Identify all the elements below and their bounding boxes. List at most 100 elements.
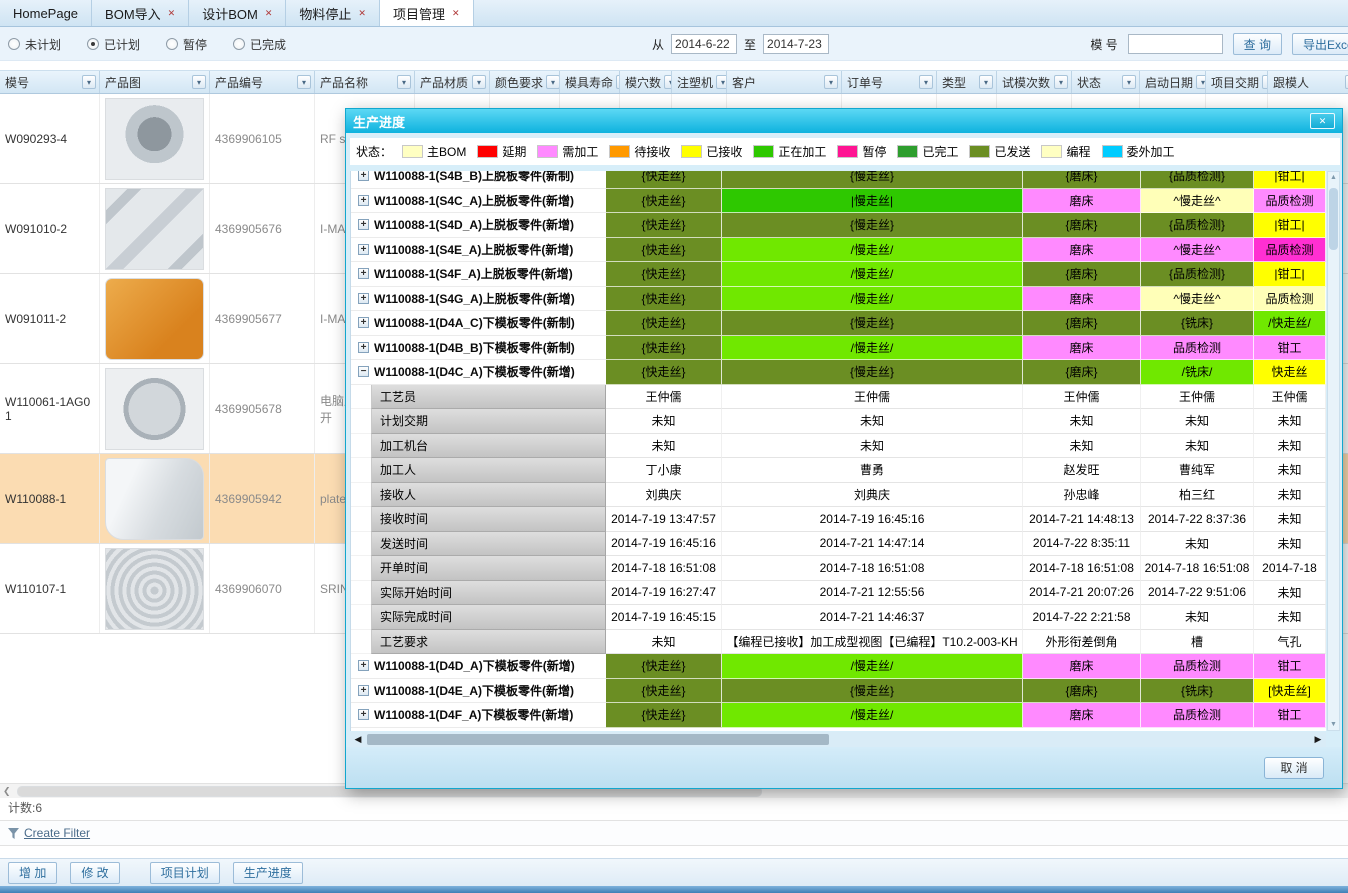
- create-filter-link[interactable]: Create Filter: [24, 826, 90, 840]
- filter-dropdown-icon[interactable]: ▾: [1196, 75, 1206, 89]
- modify-button[interactable]: 修 改: [70, 862, 119, 884]
- scroll-down-icon[interactable]: ▼: [1328, 721, 1339, 728]
- process-cell[interactable]: {慢走丝}: [722, 679, 1023, 704]
- process-cell[interactable]: {磨床}: [1023, 679, 1141, 704]
- progress-row[interactable]: +W110088-1(S4G_A)上脱板零件(新增){快走丝}/慢走丝/磨床^慢…: [351, 287, 1326, 312]
- process-cell[interactable]: [快走丝]: [1254, 679, 1326, 704]
- process-cell[interactable]: {快走丝}: [606, 171, 722, 189]
- query-button[interactable]: 查 询: [1233, 33, 1282, 55]
- tab-close-icon[interactable]: ✕: [452, 8, 460, 19]
- process-cell[interactable]: {铣床}: [1141, 679, 1254, 704]
- progress-row[interactable]: +W110088-1(S4E_A)上脱板零件(新增){快走丝}/慢走丝/磨床^慢…: [351, 238, 1326, 263]
- column-header[interactable]: 产品材质▾: [415, 71, 490, 93]
- date-from-input[interactable]: [671, 34, 737, 54]
- column-header[interactable]: 产品名称▾: [315, 71, 415, 93]
- column-header[interactable]: 注塑机▾: [672, 71, 727, 93]
- process-cell[interactable]: /快走丝/: [1254, 311, 1326, 336]
- expander-icon[interactable]: +: [358, 342, 369, 353]
- process-cell[interactable]: 品质检测: [1141, 654, 1254, 679]
- project-plan-button[interactable]: 项目计划: [150, 862, 220, 884]
- progress-row[interactable]: +W110088-1(S4F_A)上脱板零件(新增){快走丝}/慢走丝/{磨床}…: [351, 262, 1326, 287]
- process-cell[interactable]: {慢走丝}: [722, 213, 1023, 238]
- mold-no-input[interactable]: [1128, 34, 1223, 54]
- process-cell[interactable]: {磨床}: [1023, 213, 1141, 238]
- export-excel-button[interactable]: 导出Exce: [1292, 33, 1348, 55]
- process-cell[interactable]: 快走丝: [1254, 360, 1326, 385]
- progress-row[interactable]: +W110088-1(S4D_A)上脱板零件(新增){快走丝}{慢走丝}{磨床}…: [351, 213, 1326, 238]
- process-cell[interactable]: 品质检测: [1254, 189, 1326, 214]
- scrollbar-thumb[interactable]: [367, 734, 829, 745]
- process-cell[interactable]: {快走丝}: [606, 287, 722, 312]
- tab-close-icon[interactable]: ✕: [358, 8, 366, 19]
- process-cell[interactable]: {磨床}: [1023, 262, 1141, 287]
- process-cell[interactable]: 钳工: [1254, 703, 1326, 728]
- process-cell[interactable]: /铣床/: [1141, 360, 1254, 385]
- process-cell[interactable]: 磨床: [1023, 238, 1141, 263]
- scroll-right-icon[interactable]: ▶: [1312, 734, 1324, 745]
- filter-dropdown-icon[interactable]: ▾: [546, 75, 560, 89]
- process-cell[interactable]: /慢走丝/: [722, 238, 1023, 263]
- radio-paused[interactable]: 暂停: [166, 36, 207, 53]
- expander-icon[interactable]: +: [358, 709, 369, 720]
- process-cell[interactable]: {铣床}: [1141, 311, 1254, 336]
- filter-dropdown-icon[interactable]: ▾: [664, 75, 672, 89]
- column-header[interactable]: 试模次数▾: [997, 71, 1072, 93]
- process-cell[interactable]: /慢走丝/: [722, 703, 1023, 728]
- radio-unplanned[interactable]: 未计划: [8, 36, 61, 53]
- process-cell[interactable]: {快走丝}: [606, 336, 722, 361]
- process-cell[interactable]: 磨床: [1023, 287, 1141, 312]
- progress-row[interactable]: +W110088-1(D4A_C)下模板零件(新制){快走丝}{慢走丝}{磨床}…: [351, 311, 1326, 336]
- process-cell[interactable]: /慢走丝/: [722, 654, 1023, 679]
- process-cell[interactable]: {快走丝}: [606, 679, 722, 704]
- process-cell[interactable]: ^慢走丝^: [1141, 189, 1254, 214]
- column-header[interactable]: 跟模人▾: [1268, 71, 1348, 93]
- scrollbar-thumb[interactable]: [1329, 188, 1338, 250]
- process-cell[interactable]: |钳工|: [1254, 171, 1326, 189]
- progress-row[interactable]: +W110088-1(D4B_B)下模板零件(新制){快走丝}/慢走丝/磨床品质…: [351, 336, 1326, 361]
- progress-row[interactable]: +W110088-1(S4C_A)上脱板零件(新增){快走丝}|慢走丝|磨床^慢…: [351, 189, 1326, 214]
- process-cell[interactable]: 品质检测: [1141, 703, 1254, 728]
- process-cell[interactable]: ^慢走丝^: [1141, 238, 1254, 263]
- expander-icon[interactable]: +: [358, 219, 369, 230]
- process-cell[interactable]: {快走丝}: [606, 360, 722, 385]
- process-cell[interactable]: {慢走丝}: [722, 171, 1023, 189]
- filter-dropdown-icon[interactable]: ▾: [82, 75, 96, 89]
- cancel-button[interactable]: 取 消: [1264, 757, 1324, 779]
- column-header[interactable]: 项目交期▾: [1206, 71, 1268, 93]
- process-cell[interactable]: {快走丝}: [606, 703, 722, 728]
- column-header[interactable]: 产品图▾: [100, 71, 210, 93]
- process-cell[interactable]: {慢走丝}: [722, 360, 1023, 385]
- process-cell[interactable]: 品质检测: [1254, 287, 1326, 312]
- column-header[interactable]: 颜色要求▾: [490, 71, 560, 93]
- expander-icon[interactable]: +: [358, 244, 369, 255]
- expander-icon[interactable]: +: [358, 268, 369, 279]
- scroll-left-icon[interactable]: ❮: [3, 786, 11, 797]
- tab-homepage[interactable]: HomePage: [0, 0, 92, 26]
- column-header[interactable]: 启动日期▾: [1140, 71, 1206, 93]
- process-cell[interactable]: {品质检测}: [1141, 262, 1254, 287]
- column-header[interactable]: 模号▾: [0, 71, 100, 93]
- process-cell[interactable]: {慢走丝}: [722, 311, 1023, 336]
- process-cell[interactable]: /慢走丝/: [722, 262, 1023, 287]
- process-cell[interactable]: {快走丝}: [606, 238, 722, 263]
- column-header[interactable]: 类型▾: [937, 71, 997, 93]
- process-cell[interactable]: {品质检测}: [1141, 213, 1254, 238]
- process-cell[interactable]: {磨床}: [1023, 311, 1141, 336]
- filter-dropdown-icon[interactable]: ▾: [472, 75, 486, 89]
- column-header[interactable]: 状态▾: [1072, 71, 1140, 93]
- tab-design-bom[interactable]: 设计BOM✕: [189, 0, 286, 26]
- process-cell[interactable]: {磨床}: [1023, 171, 1141, 189]
- close-icon[interactable]: ✕: [1310, 113, 1335, 129]
- process-cell[interactable]: 品质检测: [1254, 238, 1326, 263]
- process-cell[interactable]: |慢走丝|: [722, 189, 1023, 214]
- column-header[interactable]: 订单号▾: [842, 71, 937, 93]
- process-cell[interactable]: {快走丝}: [606, 189, 722, 214]
- process-cell[interactable]: |钳工|: [1254, 213, 1326, 238]
- process-cell[interactable]: /慢走丝/: [722, 287, 1023, 312]
- expander-icon[interactable]: +: [358, 293, 369, 304]
- expander-icon[interactable]: −: [358, 366, 369, 377]
- progress-row[interactable]: +W110088-1(D4E_A)下模板零件(新增){快走丝}{慢走丝}{磨床}…: [351, 679, 1326, 704]
- progress-row[interactable]: −W110088-1(D4C_A)下模板零件(新增){快走丝}{慢走丝}{磨床}…: [351, 360, 1326, 385]
- date-to-input[interactable]: [763, 34, 829, 54]
- process-cell[interactable]: /慢走丝/: [722, 336, 1023, 361]
